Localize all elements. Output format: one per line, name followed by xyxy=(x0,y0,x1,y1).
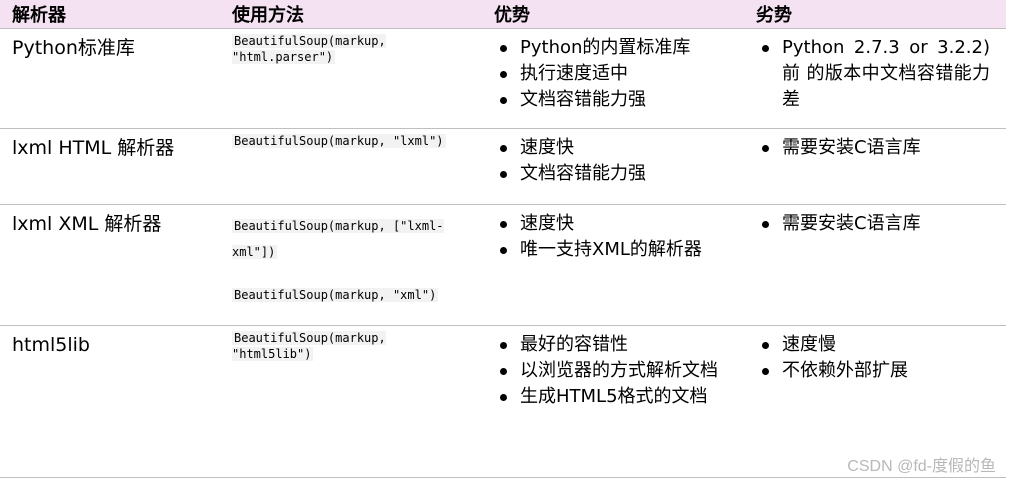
list-item: 文档容错能力强 xyxy=(494,87,736,113)
parser-name: html5lib xyxy=(12,334,90,356)
list-item: 速度慢 xyxy=(756,332,998,358)
pros-cell: 最好的容错性 以浏览器的方式解析文档 生成HTML5格式的文档 xyxy=(482,326,744,478)
header-cons: 劣势 xyxy=(756,5,792,26)
table-row: Python标准库 BeautifulSoup(markup, "html.pa… xyxy=(0,29,1006,129)
cons-list: 需要安装C语言库 xyxy=(756,135,998,161)
list-item: 唯一支持XML的解析器 xyxy=(494,237,728,263)
pros-list: 速度快 唯一支持XML的解析器 xyxy=(494,211,728,263)
list-item: 需要安装C语言库 xyxy=(756,135,998,161)
pros-cell: 速度快 文档容错能力强 xyxy=(482,129,744,205)
parser-name: lxml XML 解析器 xyxy=(12,213,162,235)
usage-code: BeautifulSoup(markup, "html5lib") xyxy=(232,331,386,361)
parser-name: lxml HTML 解析器 xyxy=(12,137,175,159)
parser-comparison-table: 解析器 使用方法 优势 劣势 Python标准库 BeautifulSoup(m… xyxy=(0,0,1006,478)
list-item: Python的内置标准库 xyxy=(494,35,736,61)
usage-cell: BeautifulSoup(markup, ["lxml-xml"]) Beau… xyxy=(220,205,482,326)
pros-list: Python的内置标准库 执行速度适中 文档容错能力强 xyxy=(494,35,736,113)
list-item: 速度快 xyxy=(494,135,736,161)
usage-code: BeautifulSoup(markup, "html.parser") xyxy=(232,34,386,64)
pros-cell: 速度快 唯一支持XML的解析器 xyxy=(482,205,744,326)
cons-list: 速度慢 不依赖外部扩展 xyxy=(756,332,998,384)
list-item: 执行速度适中 xyxy=(494,61,736,87)
usage-cell: BeautifulSoup(markup, "html5lib") xyxy=(220,326,482,478)
list-item: 生成HTML5格式的文档 xyxy=(494,384,728,410)
pros-list: 最好的容错性 以浏览器的方式解析文档 生成HTML5格式的文档 xyxy=(494,332,728,410)
pros-cell: Python的内置标准库 执行速度适中 文档容错能力强 xyxy=(482,29,744,129)
usage-code: BeautifulSoup(markup, "xml") xyxy=(232,288,439,302)
list-item: 文档容错能力强 xyxy=(494,161,736,187)
list-item: Python 2.7.3 or 3.2.2)前 的版本中文档容错能力差 xyxy=(756,35,990,113)
table-header-row: 解析器 使用方法 优势 劣势 xyxy=(0,0,1006,29)
parser-name: Python标准库 xyxy=(12,37,135,59)
cons-list: 需要安装C语言库 xyxy=(756,211,998,237)
list-item: 以浏览器的方式解析文档 xyxy=(494,358,728,384)
list-item: 需要安装C语言库 xyxy=(756,211,998,237)
list-item: 最好的容错性 xyxy=(494,332,728,358)
watermark: CSDN @fd-度假的鱼 xyxy=(847,458,996,475)
cons-cell: 需要安装C语言库 xyxy=(744,129,1006,205)
table-row: lxml HTML 解析器 BeautifulSoup(markup, "lxm… xyxy=(0,129,1006,205)
header-usage: 使用方法 xyxy=(232,5,304,26)
usage-cell: BeautifulSoup(markup, "lxml") xyxy=(220,129,482,205)
list-item: 速度快 xyxy=(494,211,728,237)
table-row: lxml XML 解析器 BeautifulSoup(markup, ["lxm… xyxy=(0,205,1006,326)
usage-cell: BeautifulSoup(markup, "html.parser") xyxy=(220,29,482,129)
header-pros: 优势 xyxy=(494,5,530,26)
pros-list: 速度快 文档容错能力强 xyxy=(494,135,736,187)
usage-code: BeautifulSoup(markup, ["lxml-xml"]) xyxy=(232,219,444,259)
cons-cell: Python 2.7.3 or 3.2.2)前 的版本中文档容错能力差 xyxy=(744,29,1006,129)
cons-cell: 需要安装C语言库 xyxy=(744,205,1006,326)
list-item: 不依赖外部扩展 xyxy=(756,358,998,384)
cons-list: Python 2.7.3 or 3.2.2)前 的版本中文档容错能力差 xyxy=(756,35,990,113)
usage-code: BeautifulSoup(markup, "lxml") xyxy=(232,134,446,148)
header-parser: 解析器 xyxy=(12,5,66,26)
